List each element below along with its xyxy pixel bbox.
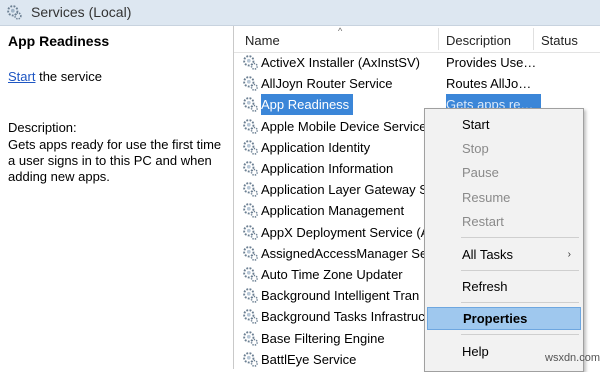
gear-icon	[242, 96, 259, 113]
menu-item-start[interactable]: Start	[427, 113, 581, 136]
start-service-line: Start the service	[8, 69, 102, 84]
menu-item-all-tasks[interactable]: All Tasks ›	[427, 243, 581, 266]
start-service-suffix: the service	[35, 69, 102, 84]
gear-icon	[242, 330, 259, 347]
submenu-arrow-icon: ›	[567, 249, 571, 260]
service-name: ActiveX Installer (AxInstSV)	[261, 55, 420, 70]
menu-item-all-tasks-label: All Tasks	[462, 247, 514, 262]
description-label: Description:	[8, 120, 77, 135]
gear-icon	[242, 308, 259, 325]
service-name: Background Tasks Infrastruc	[261, 309, 425, 325]
service-description: Routes AllJo…	[446, 76, 532, 92]
service-details-pane: App Readiness Start the service Descript…	[0, 26, 232, 369]
column-header-name[interactable]: Name	[245, 33, 280, 48]
menu-item-stop[interactable]: Stop	[427, 137, 581, 160]
gear-icon	[242, 160, 259, 177]
gear-icon	[242, 54, 259, 71]
gear-icon	[242, 224, 259, 241]
service-description: Provides Use…	[446, 55, 537, 70]
service-name: Background Intelligent Tran	[261, 288, 420, 304]
service-name: Application Identity	[261, 139, 371, 155]
description-text: Gets apps ready for use the first time a…	[8, 137, 222, 184]
service-row[interactable]: AllJoyn Router Service Routes AllJo…	[234, 73, 600, 94]
gear-icon	[242, 75, 259, 92]
menu-separator	[461, 302, 579, 303]
watermark: wsxdn.com	[545, 352, 600, 364]
column-separator[interactable]	[533, 28, 534, 50]
column-header-description[interactable]: Description	[446, 33, 511, 48]
gear-icon	[242, 118, 259, 135]
menu-item-restart[interactable]: Restart	[427, 210, 581, 233]
menu-separator	[461, 334, 579, 335]
service-name: AllJoyn Router Service	[261, 76, 393, 92]
service-name: BattlEye Service	[261, 351, 357, 367]
gear-icon	[242, 351, 259, 368]
menu-separator	[461, 270, 579, 271]
sort-ascending-icon: ^	[338, 26, 343, 36]
gear-icon	[242, 181, 259, 198]
gear-icon	[242, 139, 259, 156]
gear-icon	[242, 266, 259, 283]
menu-separator	[461, 237, 579, 238]
service-name: App Readiness	[261, 94, 354, 116]
gear-icon	[242, 202, 259, 219]
start-service-link[interactable]: Start	[8, 69, 35, 84]
service-name: Application Information	[261, 161, 394, 176]
column-header-row: ^ Name Description Status	[234, 26, 600, 53]
menu-item-properties[interactable]: Properties	[427, 307, 581, 330]
selected-service-heading: App Readiness	[8, 33, 110, 49]
window-title: Services (Local)	[31, 4, 132, 20]
menu-item-resume[interactable]: Resume	[427, 186, 581, 209]
gear-icon	[7, 5, 22, 20]
service-row[interactable]: ActiveX Installer (AxInstSV) Provides Use…	[234, 52, 600, 73]
service-name: Application Layer Gateway S	[261, 182, 428, 198]
service-name: Base Filtering Engine	[261, 330, 385, 346]
gear-icon	[242, 245, 259, 262]
service-name: Apple Mobile Device Service	[261, 118, 427, 134]
service-name: AssignedAccessManager Se	[261, 245, 428, 261]
menu-item-refresh[interactable]: Refresh	[427, 275, 581, 298]
column-header-status[interactable]: Status	[541, 33, 578, 48]
menu-item-pause[interactable]: Pause	[427, 161, 581, 184]
column-separator[interactable]	[438, 28, 439, 50]
service-name: Auto Time Zone Updater	[261, 267, 403, 282]
title-bar: Services (Local)	[0, 0, 600, 26]
context-menu: Start Stop Pause Resume Restart All Task…	[424, 108, 584, 372]
service-name: AppX Deployment Service (A	[261, 224, 430, 240]
gear-icon	[242, 287, 259, 304]
service-name: Application Management	[261, 203, 405, 219]
